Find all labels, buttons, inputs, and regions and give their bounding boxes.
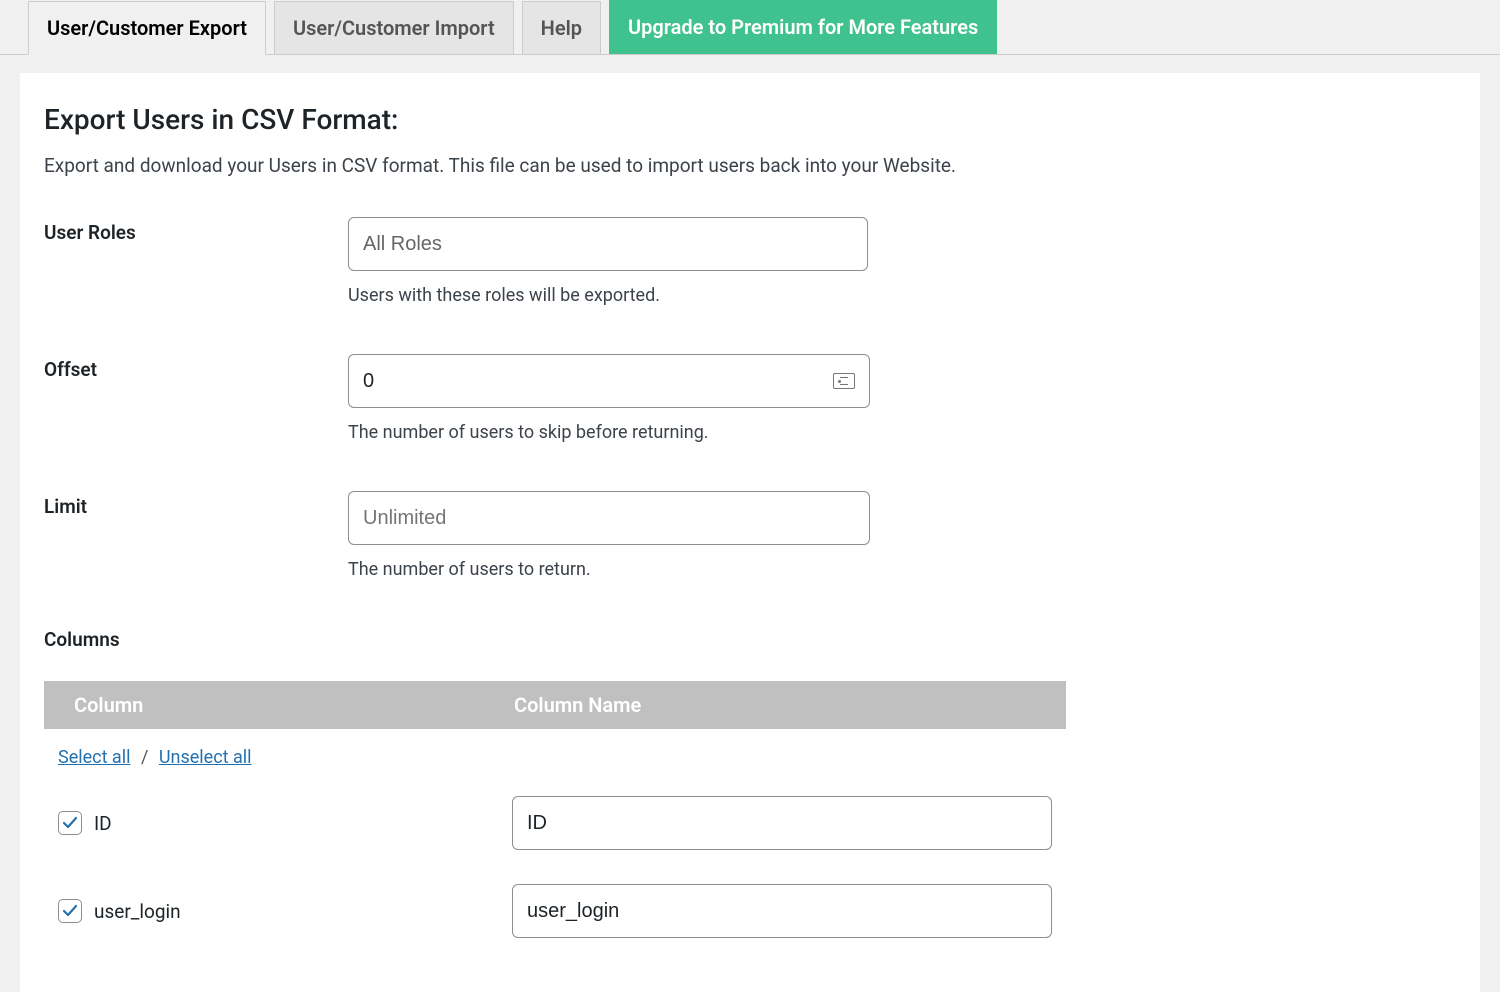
unselect-all-link[interactable]: Unselect all: [159, 747, 252, 768]
form-row-offset: Offset The number of users to skip befor…: [44, 354, 1456, 443]
content-panel: Export Users in CSV Format: Export and d…: [20, 73, 1480, 992]
column-checkbox[interactable]: [58, 811, 82, 835]
tabs-bar: User/Customer Export User/Customer Impor…: [0, 0, 1500, 55]
limit-help: The number of users to return.: [348, 559, 870, 580]
tab-upgrade[interactable]: Upgrade to Premium for More Features: [609, 0, 997, 54]
columns-header: Column Column Name: [44, 681, 1066, 729]
roles-input[interactable]: [348, 217, 868, 271]
roles-help: Users with these roles will be exported.: [348, 285, 868, 306]
columns-header-column-name: Column Name: [514, 693, 1066, 717]
tab-help[interactable]: Help: [522, 1, 601, 54]
tab-import[interactable]: User/Customer Import: [274, 1, 514, 54]
limit-input[interactable]: [348, 491, 870, 545]
offset-input-wrap[interactable]: [348, 354, 870, 408]
limit-label: Limit: [44, 491, 348, 580]
select-all-link[interactable]: Select all: [58, 747, 130, 768]
column-name-input[interactable]: [512, 796, 1052, 850]
select-links: Select all / Unselect all: [44, 729, 1066, 786]
select-separator: /: [141, 747, 148, 768]
page-title: Export Users in CSV Format:: [44, 103, 1456, 136]
form-row-limit: Limit The number of users to return.: [44, 491, 1456, 580]
column-key-label: ID: [94, 812, 512, 835]
offset-help: The number of users to skip before retur…: [348, 422, 870, 443]
roles-label: User Roles: [44, 217, 348, 306]
column-checkbox[interactable]: [58, 899, 82, 923]
offset-input[interactable]: [363, 370, 757, 393]
column-key-label: user_login: [94, 900, 512, 923]
page-description: Export and download your Users in CSV fo…: [44, 154, 1456, 177]
check-icon: [62, 903, 78, 919]
tab-export[interactable]: User/Customer Export: [28, 1, 266, 55]
columns-table: Column Column Name Select all / Unselect…: [44, 681, 1066, 948]
column-name-input[interactable]: [512, 884, 1052, 938]
column-row: ID: [44, 786, 1066, 860]
column-row: user_login: [44, 874, 1066, 948]
form-row-roles: User Roles Users with these roles will b…: [44, 217, 1456, 306]
offset-label: Offset: [44, 354, 348, 443]
check-icon: [62, 815, 78, 831]
number-stepper-icon[interactable]: [833, 373, 855, 389]
columns-header-column: Column: [44, 693, 514, 717]
columns-section-label: Columns: [44, 628, 1456, 651]
